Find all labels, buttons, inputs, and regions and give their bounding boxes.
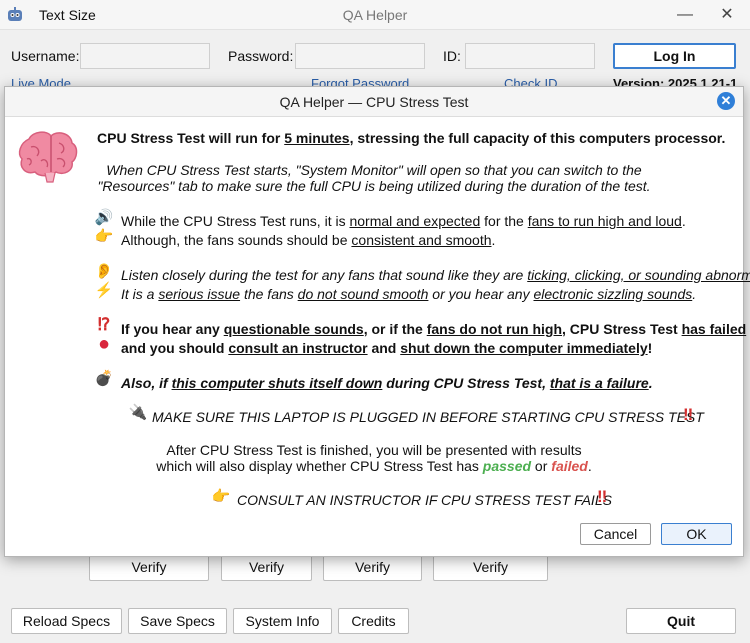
id-label: ID: — [443, 48, 461, 64]
log-in-button[interactable]: Log In — [613, 43, 736, 69]
username-label: Username: — [11, 48, 80, 64]
lightning-icon: ⚡ — [94, 282, 114, 299]
ok-button[interactable]: OK — [661, 523, 732, 545]
headline-part-1: CPU Stress Test will run for — [97, 130, 285, 146]
fans-line-1-underline-2: fans to run high and loud — [527, 213, 682, 229]
password-field[interactable] — [295, 43, 425, 69]
shutdown-line-part-3: . — [648, 375, 653, 391]
fans-line-1-underline-1: normal and expected — [349, 213, 481, 229]
fail-line-2-part-1: and you should — [121, 340, 229, 356]
fail-line-1: If you hear any questionable sounds, or … — [121, 321, 746, 337]
credits-button[interactable]: Credits — [338, 608, 409, 634]
shutdown-line-underline-2: that is a failure — [549, 375, 649, 391]
bottom-toolbar: Reload Specs Save Specs System Info Cred… — [0, 598, 750, 643]
close-window-icon[interactable]: ✕ — [716, 4, 738, 26]
fail-line-1-underline-3: has failed — [681, 321, 747, 337]
fail-line-1-part-3: , CPU Stress Test — [562, 321, 682, 337]
listen-line-2-part-3: or you hear any — [428, 286, 534, 302]
verify-button-1[interactable]: Verify — [89, 554, 209, 581]
fans-line-2: Although, the fans sounds should be cons… — [121, 232, 495, 248]
listen-line-2-part-1: It is a — [121, 286, 159, 302]
after-line-2-part-1: which will also display whether CPU Stre… — [156, 458, 483, 474]
system-info-button[interactable]: System Info — [233, 608, 332, 634]
plug-icon: 🔌 — [128, 404, 148, 421]
username-field[interactable] — [80, 43, 210, 69]
dialog-title: QA Helper — CPU Stress Test — [279, 94, 469, 110]
double-exclamation-icon: ‼ — [683, 405, 693, 424]
fail-line-1-part-1: If you hear any — [121, 321, 224, 337]
fail-line-1-underline-2: fans do not run high — [426, 321, 563, 337]
fail-line-2-part-3: ! — [647, 340, 653, 356]
fail-line-2-part-2: and — [367, 340, 401, 356]
dialog-titlebar: QA Helper — CPU Stress Test ✕ — [5, 87, 743, 117]
speaker-icon: 🔊 — [94, 209, 114, 226]
after-line-2-part-3: . — [587, 458, 592, 474]
main-titlebar: Text Size QA Helper — ✕ — [0, 0, 750, 30]
fail-line-2: and you should consult an instructor and… — [121, 340, 652, 356]
pointing-hand-icon-2: 👉 — [211, 488, 231, 505]
fail-line-1-underline-1: questionable sounds — [223, 321, 364, 337]
listen-line-2-underline-2: do not sound smooth — [297, 286, 429, 302]
headline-duration: 5 minutes — [284, 130, 350, 146]
pointing-hand-icon: 👉 — [94, 228, 114, 245]
listen-line-1-part-1: Listen closely during the test for any f… — [121, 267, 528, 283]
failed-text: failed — [551, 458, 588, 474]
after-line-2-part-2: or — [531, 458, 552, 474]
intro-line-1: When CPU Stress Test starts, "System Mon… — [106, 162, 642, 178]
listen-line-1: Listen closely during the test for any f… — [121, 267, 750, 283]
fans-line-1-part-1: While the CPU Stress Test runs, it is — [121, 213, 350, 229]
fans-line-2-part-2: . — [491, 232, 496, 248]
shutdown-line: Also, if this computer shuts itself down… — [121, 375, 653, 391]
window-title: QA Helper — [342, 7, 408, 23]
interrobang-icon: ⁉ — [97, 315, 111, 334]
fans-line-2-part-1: Although, the fans sounds should be — [121, 232, 352, 248]
fans-line-2-underline-1: consistent and smooth — [351, 232, 492, 248]
verify-button-3[interactable]: Verify — [323, 554, 422, 581]
listen-line-2: It is a serious issue the fans do not so… — [121, 286, 696, 302]
fail-line-1-part-2: , or if the — [363, 321, 427, 337]
fans-line-1-part-2: for the — [480, 213, 528, 229]
intro-line-2: "Resources" tab to make sure the full CP… — [97, 178, 651, 194]
dialog-close-icon[interactable]: ✕ — [717, 92, 735, 110]
listen-line-1-underline-1: ticking, clicking, or sounding abnormal — [527, 267, 750, 283]
verify-button-2[interactable]: Verify — [221, 554, 312, 581]
double-exclamation-icon-2: ‼ — [597, 487, 607, 506]
after-line-2: which will also display whether CPU Stre… — [5, 458, 743, 474]
headline-text: CPU Stress Test will run for 5 minutes, … — [97, 130, 725, 146]
cancel-button[interactable]: Cancel — [580, 523, 651, 545]
reload-specs-button[interactable]: Reload Specs — [11, 608, 122, 634]
verify-button-4[interactable]: Verify — [433, 554, 548, 581]
bomb-icon: 💣 — [94, 370, 114, 387]
save-specs-button[interactable]: Save Specs — [128, 608, 227, 634]
fail-line-2-underline-1: consult an instructor — [228, 340, 368, 356]
login-row: Username: Password: ID: Log In Live Mode… — [0, 30, 750, 91]
shutdown-line-part-1: Also, if — [121, 375, 172, 391]
headline-part-2: , stressing the full capacity of this co… — [349, 130, 726, 146]
shutdown-line-part-2: during CPU Stress Test, — [382, 375, 550, 391]
fail-line-2-underline-2: shut down the computer immediately — [400, 340, 648, 356]
consult-line: CONSULT AN INSTRUCTOR IF CPU STRESS TEST… — [237, 492, 612, 508]
red-circle-icon: ● — [97, 333, 111, 355]
listen-line-2-part-2: the fans — [240, 286, 298, 302]
listen-line-2-part-4: . — [692, 286, 697, 302]
minimize-icon[interactable]: — — [674, 4, 696, 26]
password-label: Password: — [228, 48, 294, 64]
listen-line-2-underline-1: serious issue — [158, 286, 241, 302]
fans-line-1: While the CPU Stress Test runs, it is no… — [121, 213, 686, 229]
fans-line-1-part-3: . — [681, 213, 686, 229]
id-field[interactable] — [465, 43, 595, 69]
shutdown-line-underline-1: this computer shuts itself down — [171, 375, 383, 391]
cpu-stress-test-dialog: QA Helper — CPU Stress Test ✕ CPU Stress… — [4, 86, 750, 557]
listen-line-2-underline-3: electronic sizzling sounds — [533, 286, 693, 302]
plug-warning-line: MAKE SURE THIS LAPTOP IS PLUGGED IN BEFO… — [152, 409, 704, 425]
passed-text: passed — [482, 458, 532, 474]
after-line-1: After CPU Stress Test is finished, you w… — [166, 442, 582, 458]
quit-button[interactable]: Quit — [626, 608, 736, 634]
ear-icon: 👂 — [94, 263, 114, 280]
